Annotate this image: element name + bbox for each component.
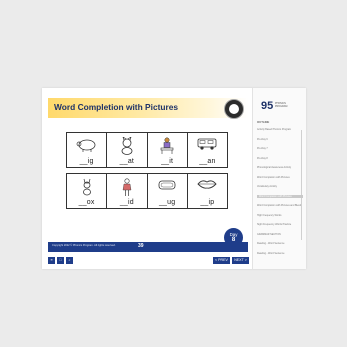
- outline-item[interactable]: Vocabulary Activity: [257, 185, 301, 188]
- grid-cell: __an: [188, 133, 227, 167]
- search-icon[interactable]: ⌕: [66, 257, 73, 264]
- grid-cell: __ig: [67, 133, 108, 167]
- outline-item[interactable]: Pre-Day 6: [257, 138, 301, 141]
- slide-footer: Copyright 2022 © Phonics Program. All ri…: [48, 242, 248, 252]
- grid-cell: __ox: [67, 174, 108, 208]
- grid-cell: __ug: [148, 174, 188, 208]
- fox-icon: [82, 178, 91, 196]
- word-blank: __at: [119, 158, 135, 165]
- grid-cell: __at: [107, 133, 148, 167]
- outline-item[interactable]: Pre-Day 7: [257, 147, 301, 150]
- outline-item[interactable]: GRAMMAR SECTION: [257, 233, 301, 236]
- outline-item[interactable]: Pre-Day 8: [257, 157, 301, 160]
- outline-item[interactable]: High Frequency Words: [257, 214, 301, 217]
- kid-icon: [122, 178, 132, 196]
- grid-cell: __it: [148, 133, 188, 167]
- outline-heading: OUTLINE: [257, 120, 270, 124]
- outline-item[interactable]: Activity Based Phonics Program: [257, 128, 301, 131]
- rug-icon: [158, 180, 176, 190]
- slide-header: Word Completion with Pictures: [48, 98, 248, 119]
- outline-sidebar: 95 PHONICS PROGRAM OUTLINE Activity Base…: [252, 88, 306, 269]
- sidebar-scrollbar[interactable]: [301, 130, 302, 240]
- presentation-frame: Word Completion with Pictures __ig __at …: [42, 88, 306, 269]
- cat-icon: [121, 137, 133, 155]
- prev-button[interactable]: < PREV: [213, 257, 230, 264]
- outline-item[interactable]: Sight Frequency Words Practice: [257, 223, 301, 226]
- grid-row-2: __ox __id __ug __ip: [66, 173, 228, 209]
- grid-cell: __ip: [188, 174, 227, 208]
- lip-icon: [197, 180, 217, 189]
- word-blank: __ip: [200, 199, 215, 206]
- outline-item[interactable]: Word Completion with Pictures: [257, 176, 301, 179]
- word-blank: __it: [161, 158, 174, 165]
- menu-button[interactable]: ≡: [48, 257, 55, 264]
- sit-icon: [160, 137, 174, 154]
- outline-item[interactable]: Phonological Awareness Activity: [257, 166, 301, 169]
- van-icon: [197, 138, 217, 150]
- copyright-text: Copyright 2022 © Phonics Program. All ri…: [52, 244, 116, 247]
- brand-logo-number: 95: [261, 100, 274, 112]
- outline-item[interactable]: Reading - Word Sentence: [257, 252, 301, 255]
- outline-item[interactable]: Word Completion with Pictures and Blends: [257, 204, 301, 207]
- day-badge: Day 8: [224, 228, 243, 247]
- word-blank: __id: [119, 199, 134, 206]
- outline-item[interactable]: Reading - Word Sentence: [257, 242, 301, 245]
- grid-cell: __id: [107, 174, 148, 208]
- word-blank: __an: [199, 158, 216, 165]
- word-completion-grid: __ig __at __it __an __ox __id __ug __ip: [66, 132, 228, 212]
- program-logo-icon: [224, 99, 244, 119]
- brand-logo-text: PHONICS PROGRAM: [275, 102, 288, 108]
- word-blank: __ox: [78, 199, 95, 206]
- fullscreen-icon[interactable]: □: [57, 257, 64, 264]
- slide: Word Completion with Pictures __ig __at …: [42, 88, 252, 269]
- word-blank: __ug: [158, 199, 176, 206]
- next-button[interactable]: NEXT >: [232, 257, 249, 264]
- word-blank: __ig: [79, 158, 94, 165]
- pig-icon: [76, 139, 96, 152]
- outline-item[interactable]: Word Completion with Pictures: [257, 194, 303, 198]
- slide-title: Word Completion with Pictures: [54, 102, 179, 112]
- grid-row-1: __ig __at __it __an: [66, 132, 228, 168]
- page-number: 39: [138, 243, 144, 249]
- day-number: 8: [231, 237, 236, 243]
